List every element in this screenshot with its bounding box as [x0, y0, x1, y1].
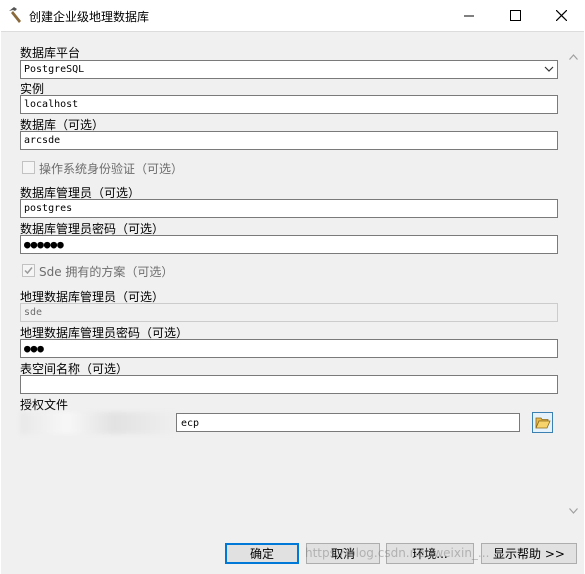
cancel-button[interactable]: 取消: [306, 543, 380, 564]
hammer-icon: [9, 7, 21, 23]
instance-input[interactable]: localhost: [20, 95, 558, 114]
tablespace-input[interactable]: [20, 375, 558, 394]
chevron-down-icon: [544, 66, 554, 72]
close-button[interactable]: [538, 0, 584, 31]
sde-schema-checkbox[interactable]: [22, 264, 35, 277]
platform-value: PostgreSQL: [24, 64, 85, 75]
chevron-up-icon: [569, 53, 578, 60]
os-auth-checkbox[interactable]: [22, 161, 35, 174]
redacted-path: [20, 412, 177, 434]
title-bar: 创建企业级地理数据库: [0, 0, 585, 31]
scroll-up-button[interactable]: [565, 48, 582, 65]
platform-label: 数据库平台: [20, 46, 81, 60]
maximize-button[interactable]: [492, 0, 538, 31]
os-auth-label: 操作系统身份验证（可选）: [39, 162, 184, 176]
password-mask: ●●●●●●: [24, 238, 64, 251]
folder-open-icon: [534, 417, 551, 428]
checkmark-icon: [24, 267, 33, 275]
password-mask: ●●●: [24, 342, 44, 355]
database-input[interactable]: arcsde: [20, 131, 558, 150]
window-title: 创建企业级地理数据库: [29, 10, 150, 24]
scroll-down-button[interactable]: [565, 502, 582, 519]
minimize-icon: [464, 15, 474, 16]
minimize-button[interactable]: [446, 0, 492, 31]
environments-button[interactable]: 环境...: [386, 543, 474, 564]
sde-schema-label: Sde 拥有的方案（可选）: [39, 265, 174, 279]
browse-button[interactable]: [532, 412, 553, 433]
maximize-icon: [509, 10, 521, 21]
vertical-scrollbar[interactable]: [565, 32, 582, 530]
db-admin-password-input[interactable]: ●●●●●●: [20, 235, 558, 254]
db-admin-input[interactable]: postgres: [20, 199, 558, 218]
gdb-admin-password-input[interactable]: ●●●: [20, 339, 558, 358]
chevron-down-icon: [569, 507, 578, 514]
license-label: 授权文件: [20, 398, 69, 412]
platform-select[interactable]: PostgreSQL: [20, 60, 558, 79]
close-icon: [555, 10, 567, 21]
gdb-admin-input[interactable]: sde: [20, 303, 558, 322]
ok-button[interactable]: 确定: [225, 543, 299, 564]
show-help-button[interactable]: 显示帮助 >>: [481, 543, 577, 564]
license-input[interactable]: ecp: [176, 413, 520, 432]
